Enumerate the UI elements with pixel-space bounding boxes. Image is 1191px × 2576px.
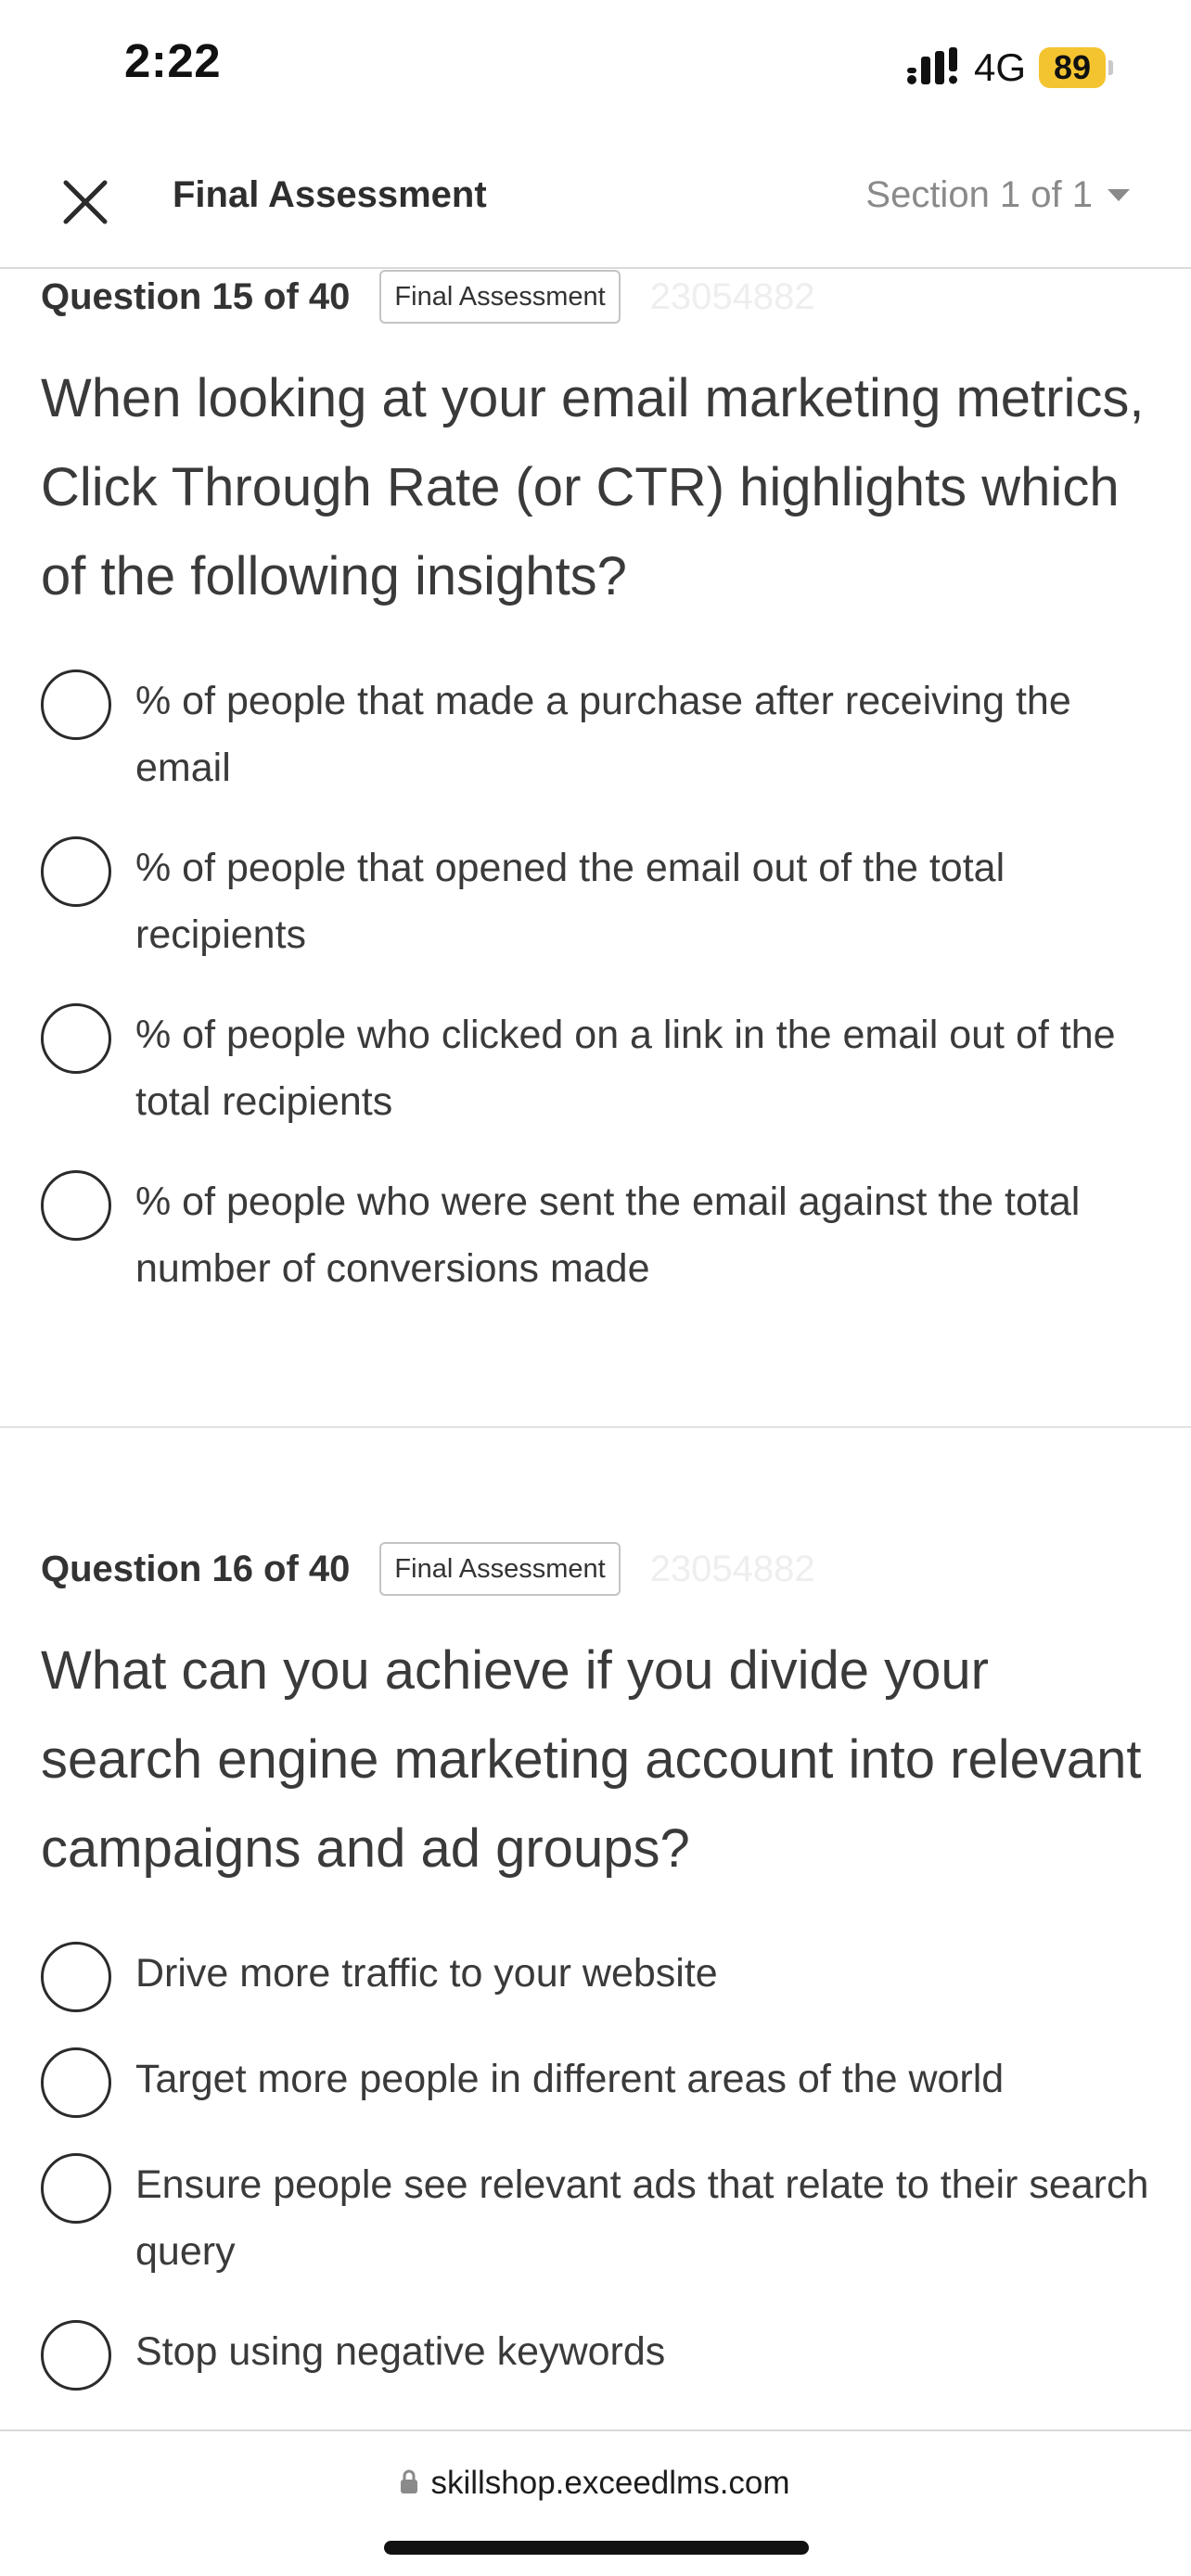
question-id: 23054882 xyxy=(649,275,815,317)
answer-option[interactable]: % of people who were sent the email agai… xyxy=(41,1168,1154,1307)
question-tag: Final Assessment xyxy=(379,270,621,324)
answer-option[interactable]: % of people that opened the email out of… xyxy=(41,835,1154,1001)
question-number: Question 16 of 40 xyxy=(41,1548,351,1589)
app-header: Final Assessment Section 1 of 1 xyxy=(0,130,1191,269)
battery-tip xyxy=(1108,60,1113,75)
answer-label: Target more people in different areas of… xyxy=(135,2057,1005,2101)
battery-level: 89 xyxy=(1039,47,1106,88)
signal-icon xyxy=(906,46,959,89)
status-time: 2:22 xyxy=(124,34,222,87)
question-tag: Final Assessment xyxy=(379,1542,621,1596)
section-label: Section 1 of 1 xyxy=(865,174,1093,215)
answer-option[interactable]: Ensure people see relevant ads that rela… xyxy=(41,2151,1154,2318)
status-bar: 2:22 4G 89 xyxy=(0,0,1191,130)
lock-icon xyxy=(401,2469,418,2498)
battery-icon: 89 xyxy=(1039,47,1113,88)
answer-options: % of people that made a purchase after r… xyxy=(41,668,1154,1307)
answer-label: Stop using negative keywords xyxy=(135,2329,666,2374)
section-dropdown[interactable]: Section 1 of 1 xyxy=(865,174,1130,216)
browser-bar: skillshop.exceedlms.com xyxy=(0,2429,1191,2576)
question-text: When looking at your email marketing met… xyxy=(41,368,1145,606)
question-id: 23054882 xyxy=(649,1548,815,1589)
answer-label: Drive more traffic to your website xyxy=(135,1951,718,1996)
answer-option[interactable]: % of people that made a purchase after r… xyxy=(41,668,1154,835)
answer-label: % of people that made a purchase after r… xyxy=(135,679,1071,790)
radio-button[interactable] xyxy=(41,1942,111,2012)
status-indicators: 4G 89 xyxy=(906,43,1113,93)
answer-label: Ensure people see relevant ads that rela… xyxy=(135,2162,1149,2274)
radio-button[interactable] xyxy=(41,836,111,907)
question-text: What can you achieve if you divide your … xyxy=(41,1640,1142,1879)
answer-option[interactable]: Target more people in different areas of… xyxy=(41,2046,1154,2151)
question-number: Question 15 of 40 xyxy=(41,275,351,317)
url-text: skillshop.exceedlms.com xyxy=(430,2465,790,2501)
home-indicator[interactable] xyxy=(384,2541,809,2555)
chevron-down-icon xyxy=(1108,189,1130,201)
question-meta: Question 15 of 40 Final Assessment 23054… xyxy=(41,269,815,325)
answer-option[interactable]: Drive more traffic to your website xyxy=(41,1940,1154,2046)
page-title: Final Assessment xyxy=(173,174,487,215)
radio-button[interactable] xyxy=(41,670,111,740)
answer-option[interactable]: Stop using negative keywords xyxy=(41,2318,1154,2411)
question-meta: Question 16 of 40 Final Assessment 23054… xyxy=(41,1541,815,1597)
answer-label: % of people who were sent the email agai… xyxy=(135,1180,1081,1291)
radio-button[interactable] xyxy=(41,1003,111,1074)
answer-options: Drive more traffic to your website Targe… xyxy=(41,1940,1154,2411)
answer-label: % of people who clicked on a link in the… xyxy=(135,1013,1116,1124)
network-label: 4G xyxy=(973,45,1026,89)
close-button[interactable] xyxy=(52,169,119,236)
url-bar[interactable]: skillshop.exceedlms.com xyxy=(0,2465,1191,2502)
radio-button[interactable] xyxy=(41,2153,111,2224)
question-divider xyxy=(0,1426,1191,1428)
answer-label: % of people that opened the email out of… xyxy=(135,846,1005,957)
radio-button[interactable] xyxy=(41,2320,111,2391)
close-icon xyxy=(63,180,108,224)
answer-option[interactable]: % of people who clicked on a link in the… xyxy=(41,1001,1154,1168)
radio-button[interactable] xyxy=(41,2047,111,2118)
radio-button[interactable] xyxy=(41,1170,111,1241)
